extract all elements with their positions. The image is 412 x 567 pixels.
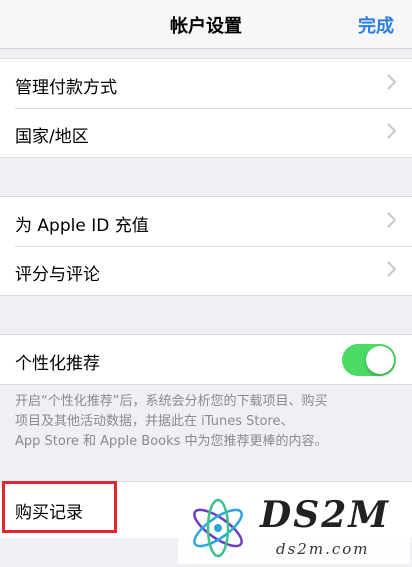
watermark-url: ds2m.com bbox=[276, 540, 370, 558]
chevron-right-icon bbox=[387, 261, 396, 277]
done-button[interactable]: 完成 bbox=[358, 12, 394, 38]
chevron-right-icon bbox=[387, 212, 396, 228]
note-line: 项目及其他活动数据，并据此在 iTunes Store、 bbox=[15, 414, 294, 429]
toggle-knob bbox=[366, 346, 394, 374]
personalization-group: 个性化推荐 bbox=[0, 334, 412, 385]
row-label: 国家/地区 bbox=[15, 127, 89, 147]
manage-payment-row[interactable]: 管理付款方式 bbox=[0, 59, 412, 108]
ratings-reviews-row[interactable]: 评分与评论 bbox=[0, 246, 412, 295]
row-label: 管理付款方式 bbox=[15, 78, 117, 98]
chevron-right-icon bbox=[387, 74, 396, 90]
row-label: 评分与评论 bbox=[15, 265, 100, 285]
personalization-note: 开启“个性化推荐”后，系统会分析您的下载项目、购买 项目及其他活动数据，并据此在… bbox=[15, 392, 400, 452]
chevron-right-icon bbox=[387, 123, 396, 139]
personalization-toggle[interactable] bbox=[342, 344, 396, 376]
page-title: 帐户设置 bbox=[170, 16, 242, 37]
navigation-bar: 帐户设置 完成 bbox=[0, 0, 412, 49]
atom-logo-icon bbox=[193, 498, 243, 558]
watermark: DS2M ds2m.com bbox=[178, 492, 410, 564]
country-region-row[interactable]: 国家/地区 bbox=[0, 108, 412, 157]
apple-id-group: 为 Apple ID 充值 评分与评论 bbox=[0, 196, 412, 296]
add-funds-row[interactable]: 为 Apple ID 充值 bbox=[0, 197, 412, 246]
payment-region-group: 管理付款方式 国家/地区 bbox=[0, 58, 412, 158]
row-label: 个性化推荐 bbox=[15, 354, 100, 374]
watermark-brand: DS2M bbox=[260, 494, 391, 536]
row-label: 为 Apple ID 充值 bbox=[15, 216, 149, 236]
note-line: App Store 和 Apple Books 中为您推荐更棒的内容。 bbox=[15, 434, 328, 449]
personalized-recommendations-row: 个性化推荐 bbox=[0, 335, 412, 384]
note-line: 开启“个性化推荐”后，系统会分析您的下载项目、购买 bbox=[15, 394, 328, 409]
highlight-box bbox=[2, 481, 117, 533]
